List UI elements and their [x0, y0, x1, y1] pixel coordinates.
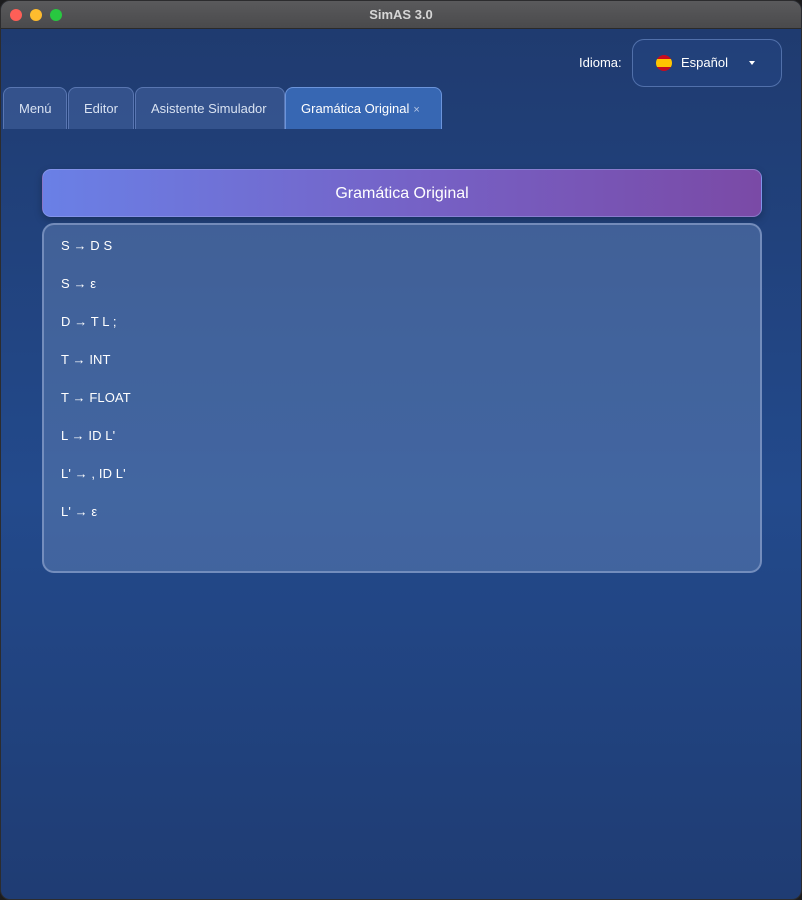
tab-label: Asistente Simulador: [151, 101, 267, 116]
grammar-rule: L → ID L': [61, 428, 116, 443]
chevron-down-icon: [749, 61, 755, 65]
grammar-rule: L' → , ID L': [61, 466, 126, 481]
language-label: Idioma:: [579, 55, 622, 70]
grammar-header: Gramática Original: [42, 169, 762, 217]
title-bar: SimAS 3.0: [1, 1, 801, 29]
tab-label: Gramática Original: [301, 101, 410, 116]
grammar-rule: L' → ε: [61, 504, 98, 519]
app-window: SimAS 3.0 Idioma: Español Menú Editor As…: [0, 0, 802, 900]
grammar-rule: D → T L ;: [61, 314, 117, 329]
tab-editor[interactable]: Editor: [68, 87, 134, 129]
grammar-rule: S → ε: [61, 276, 97, 291]
window-title: SimAS 3.0: [369, 7, 433, 22]
tab-gramatica-original[interactable]: Gramática Original ×: [285, 87, 442, 129]
grammar-rule: T → FLOAT: [61, 390, 131, 405]
close-tab-icon[interactable]: ×: [413, 104, 419, 116]
tab-asistente-simulador[interactable]: Asistente Simulador: [135, 87, 285, 129]
grammar-rule: S → D S: [61, 238, 113, 253]
tab-label: Editor: [84, 101, 118, 116]
spain-flag-icon: [656, 55, 672, 71]
tab-menu[interactable]: Menú: [3, 87, 67, 129]
grammar-title: Gramática Original: [335, 185, 469, 202]
tab-label: Menú: [19, 101, 52, 116]
grammar-rules-list: S → D S S → ε D → T L ; T → INT T → FLOA…: [42, 223, 762, 573]
language-select[interactable]: Español: [632, 39, 782, 87]
grammar-rule: T → INT: [61, 352, 111, 367]
language-selected-value: Español: [681, 55, 728, 70]
